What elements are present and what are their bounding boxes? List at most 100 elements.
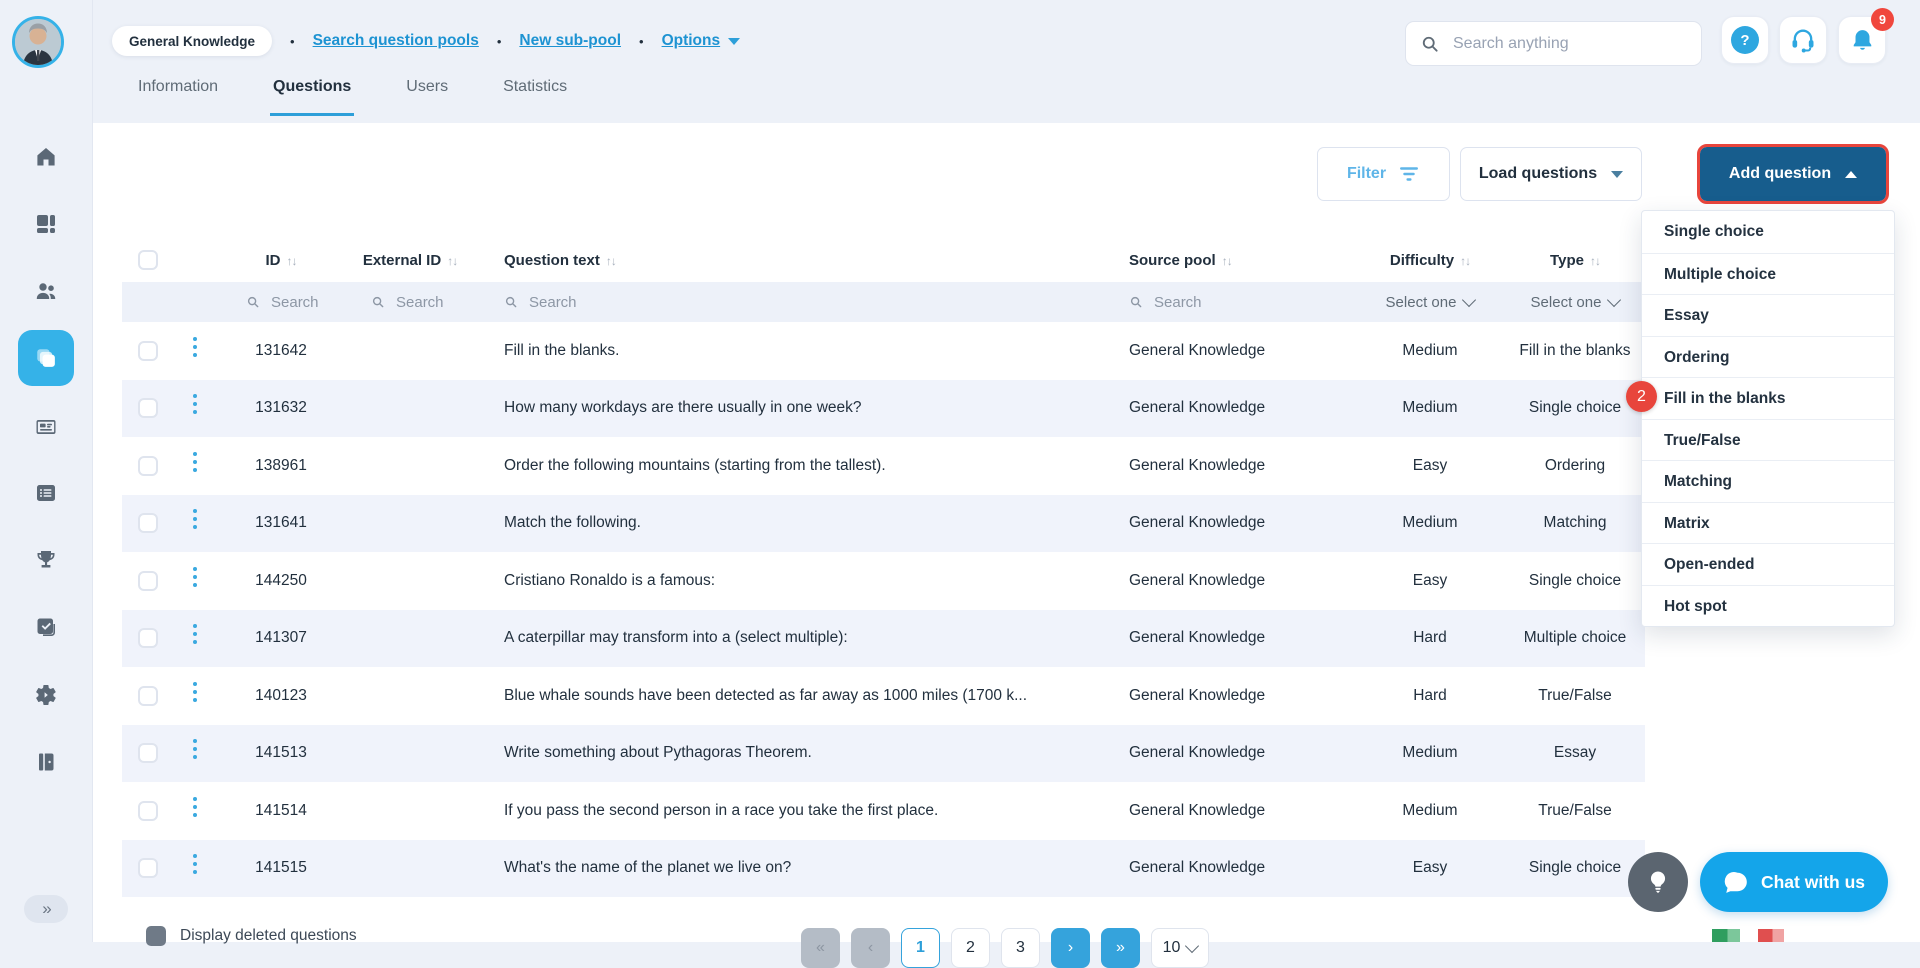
avatar[interactable] [12, 16, 64, 68]
sort-icon[interactable]: ↑↓ [1222, 254, 1232, 268]
tips-button[interactable] [1628, 852, 1688, 912]
id-search-input[interactable] [269, 293, 333, 312]
filter-button[interactable]: Filter [1317, 147, 1450, 201]
sort-icon[interactable]: ↑↓ [606, 254, 616, 268]
cell-type: Multiple choice [1505, 629, 1645, 647]
global-search[interactable] [1405, 21, 1702, 66]
chevrons-right-icon: » [42, 899, 49, 919]
cell-source-pool: General Knowledge [1095, 802, 1355, 820]
exit-door-icon[interactable] [34, 750, 58, 774]
home-icon[interactable] [34, 145, 58, 169]
cell-type: Essay [1505, 744, 1645, 762]
table-row: 144250 Cristiano Ronaldo is a famous: Ge… [122, 552, 1645, 610]
column-header-type[interactable]: Type↑↓ [1505, 252, 1645, 269]
cell-difficulty: Hard [1355, 687, 1505, 705]
menu-item-single-choice[interactable]: Single choice [1642, 211, 1894, 253]
pagination-next-button[interactable]: › [1051, 928, 1090, 968]
row-checkbox[interactable] [138, 456, 158, 476]
settings-gear-icon[interactable] [34, 683, 58, 707]
page-size-select[interactable]: 10 [1151, 928, 1209, 968]
pagination-page-3[interactable]: 3 [1001, 928, 1040, 968]
pagination-prev-button[interactable]: ‹ [851, 928, 890, 968]
question-pools-nav-active[interactable] [18, 330, 74, 386]
external-id-search-input[interactable] [394, 293, 458, 312]
id-search-field[interactable] [246, 293, 346, 312]
chat-with-us-button[interactable]: Chat with us [1700, 852, 1888, 912]
column-header-source-pool[interactable]: Source pool↑↓ [1095, 252, 1355, 269]
tab-statistics[interactable]: Statistics [500, 78, 570, 116]
sort-icon[interactable]: ↑↓ [1590, 254, 1600, 268]
cell-difficulty: Medium [1355, 514, 1505, 532]
tab-questions[interactable]: Questions [270, 78, 354, 116]
list-icon[interactable] [34, 481, 58, 505]
kebab-icon [193, 509, 197, 513]
column-header-difficulty[interactable]: Difficulty↑↓ [1355, 252, 1505, 269]
difficulty-select[interactable]: Select one [1355, 294, 1505, 311]
sort-icon[interactable]: ↑↓ [1460, 254, 1470, 268]
pagination-last-button[interactable]: » [1101, 928, 1140, 968]
row-checkbox[interactable] [138, 571, 158, 591]
row-checkbox[interactable] [138, 341, 158, 361]
display-deleted-toggle[interactable]: Display deleted questions [146, 926, 357, 946]
notifications-button[interactable]: 9 [1838, 16, 1886, 64]
link-options[interactable]: Options [662, 32, 721, 50]
menu-item-matrix[interactable]: Matrix [1642, 502, 1894, 544]
row-checkbox[interactable] [138, 858, 158, 878]
menu-item-fill-in-the-blanks[interactable]: Fill in the blanks [1642, 377, 1894, 419]
menu-item-matching[interactable]: Matching [1642, 460, 1894, 502]
table-row: 141514 If you pass the second person in … [122, 782, 1645, 840]
row-checkbox[interactable] [138, 801, 158, 821]
link-search-question-pools[interactable]: Search question pools [313, 32, 479, 50]
row-checkbox[interactable] [138, 628, 158, 648]
menu-item-multiple-choice[interactable]: Multiple choice [1642, 253, 1894, 295]
row-checkbox[interactable] [138, 686, 158, 706]
source-pool-search-field[interactable] [1129, 293, 1355, 312]
sort-icon[interactable]: ↑↓ [447, 254, 457, 268]
row-checkbox[interactable] [138, 743, 158, 763]
pagination-page-1[interactable]: 1 [901, 928, 940, 968]
external-id-search-field[interactable] [371, 293, 474, 312]
chat-label: Chat with us [1761, 872, 1865, 893]
column-header-id[interactable]: ID↑↓ [216, 252, 346, 269]
cell-id: 140123 [216, 687, 346, 705]
stacked-cards-icon [32, 344, 60, 372]
type-select[interactable]: Select one [1505, 294, 1645, 311]
chevron-down-icon [1607, 292, 1621, 306]
tasks-check-icon[interactable] [34, 615, 58, 639]
display-checkbox[interactable] [146, 926, 166, 946]
sidebar-collapse-button[interactable]: » [24, 895, 68, 923]
cell-question-text: Fill in the blanks. [474, 342, 1095, 360]
pagination-first-button[interactable]: « [801, 928, 840, 968]
trophy-icon[interactable] [34, 548, 58, 572]
load-questions-button[interactable]: Load questions [1460, 147, 1642, 201]
dashboard-icon[interactable] [34, 212, 58, 236]
breadcrumb-separator: • [286, 34, 299, 49]
menu-item-open-ended[interactable]: Open-ended [1642, 543, 1894, 585]
support-headset-button[interactable] [1779, 16, 1827, 64]
cell-type: Single choice [1505, 572, 1645, 590]
row-checkbox[interactable] [138, 513, 158, 533]
help-button[interactable]: ? [1721, 16, 1769, 64]
question-text-search-input[interactable] [527, 293, 611, 312]
pagination-page-2[interactable]: 2 [951, 928, 990, 968]
options-dropdown[interactable]: Options [662, 32, 741, 50]
users-icon[interactable] [34, 279, 58, 303]
select-all-checkbox[interactable] [138, 250, 158, 270]
menu-item-true-false[interactable]: True/False [1642, 419, 1894, 461]
news-card-icon[interactable] [34, 415, 58, 439]
menu-item-essay[interactable]: Essay [1642, 294, 1894, 336]
column-header-question-text[interactable]: Question text↑↓ [474, 252, 1095, 269]
global-search-input[interactable] [1451, 34, 1687, 54]
tab-information[interactable]: Information [135, 78, 221, 116]
column-header-external-id[interactable]: External ID↑↓ [346, 252, 474, 269]
add-question-button[interactable]: Add question [1700, 147, 1886, 201]
tab-users[interactable]: Users [403, 78, 451, 116]
question-text-search-field[interactable] [504, 293, 1095, 312]
menu-item-ordering[interactable]: Ordering [1642, 336, 1894, 378]
sort-icon[interactable]: ↑↓ [287, 254, 297, 268]
row-checkbox[interactable] [138, 398, 158, 418]
load-questions-label: Load questions [1479, 165, 1597, 183]
link-new-sub-pool[interactable]: New sub-pool [519, 32, 621, 50]
menu-item-hot-spot[interactable]: Hot spot [1642, 585, 1894, 627]
source-pool-search-input[interactable] [1152, 293, 1236, 312]
